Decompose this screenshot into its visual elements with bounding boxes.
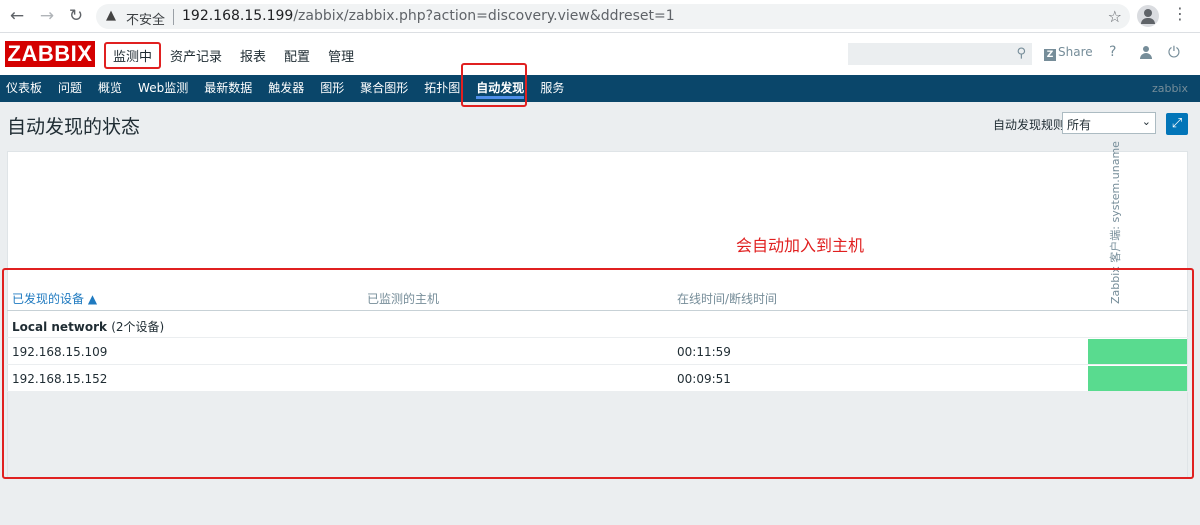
url-path: /zabbix/zabbix.php?action=discovery.view…: [293, 8, 675, 24]
fullscreen-icon: ⤢: [1171, 116, 1183, 131]
page-title: 自动发现的状态: [7, 116, 141, 138]
subnav-item-triggers[interactable]: 触发器: [260, 75, 312, 102]
search-icon[interactable]: ⚲: [1016, 46, 1026, 61]
share-label: Share: [1058, 45, 1093, 59]
share-link[interactable]: Z Share: [1044, 45, 1093, 61]
subnav-item-web[interactable]: Web监测: [130, 75, 196, 102]
zabbix-logo[interactable]: ZABBIX: [5, 41, 95, 67]
search-input[interactable]: ⚲: [848, 43, 1032, 65]
main-menu-item-configuration[interactable]: 配置: [275, 42, 319, 69]
browser-toolbar: ← → ↻ ▲ 不安全 192.168.15.199/zabbix/zabbix…: [0, 0, 1200, 33]
zabbix-header: ZABBIX 监测中 资产记录 报表 配置 管理 ⚲ Z Share ? ⏻: [0, 33, 1200, 75]
chevron-down-icon: ⌄: [1141, 115, 1151, 128]
url-divider: [173, 9, 174, 25]
help-icon[interactable]: ?: [1109, 44, 1116, 60]
main-menu: 监测中 资产记录 报表 配置 管理: [104, 42, 363, 69]
annotation-text: 会自动加入到主机: [736, 236, 865, 255]
warning-icon: ▲: [106, 8, 116, 23]
server-name: zabbix: [1151, 82, 1188, 95]
subnav-item-graphs[interactable]: 图形: [312, 75, 352, 102]
highlight-frame-table: [2, 268, 1194, 479]
subnav-item-latest-data[interactable]: 最新数据: [196, 75, 260, 102]
subnav-item-problems[interactable]: 问题: [50, 75, 90, 102]
reload-icon[interactable]: ↻: [65, 5, 87, 27]
address-bar[interactable]: ▲ 不安全 192.168.15.199/zabbix/zabbix.php?a…: [96, 4, 1130, 29]
url-text[interactable]: 192.168.15.199/zabbix/zabbix.php?action=…: [182, 8, 675, 24]
back-arrow-icon[interactable]: ←: [6, 5, 28, 27]
main-menu-item-monitoring[interactable]: 监测中: [104, 42, 162, 69]
main-menu-item-inventory[interactable]: 资产记录: [161, 42, 231, 69]
share-z-icon: Z: [1044, 49, 1056, 61]
subnav-item-screens[interactable]: 聚合图形: [352, 75, 416, 102]
browser-profile-icon[interactable]: [1137, 5, 1159, 27]
subnav-item-services[interactable]: 服务: [532, 75, 572, 102]
highlight-frame-discovery: [461, 63, 527, 107]
subnav-item-overview[interactable]: 概览: [90, 75, 130, 102]
url-host: 192.168.15.199: [182, 8, 294, 24]
discovery-rule-label: 自动发现规则: [993, 118, 1066, 132]
forward-arrow-icon[interactable]: →: [36, 5, 58, 27]
discovery-rule-select[interactable]: 所有 ⌄: [1062, 112, 1156, 134]
main-menu-item-administration[interactable]: 管理: [319, 42, 363, 69]
bookmark-star-icon[interactable]: ☆: [1108, 7, 1122, 26]
main-menu-item-reports[interactable]: 报表: [231, 42, 275, 69]
user-profile-icon[interactable]: [1139, 46, 1153, 60]
discovery-rule-value: 所有: [1067, 118, 1092, 132]
sub-navigation: 仪表板 问题 概览 Web监测 最新数据 触发器 图形 聚合图形 拓扑图 自动发…: [0, 75, 1200, 102]
browser-menu-icon[interactable]: ⋮: [1172, 4, 1188, 23]
subnav-item-dashboard[interactable]: 仪表板: [0, 75, 50, 102]
fullscreen-button[interactable]: ⤢: [1166, 113, 1188, 135]
insecure-label: 不安全: [126, 13, 166, 28]
sign-out-icon[interactable]: ⏻: [1168, 43, 1180, 61]
